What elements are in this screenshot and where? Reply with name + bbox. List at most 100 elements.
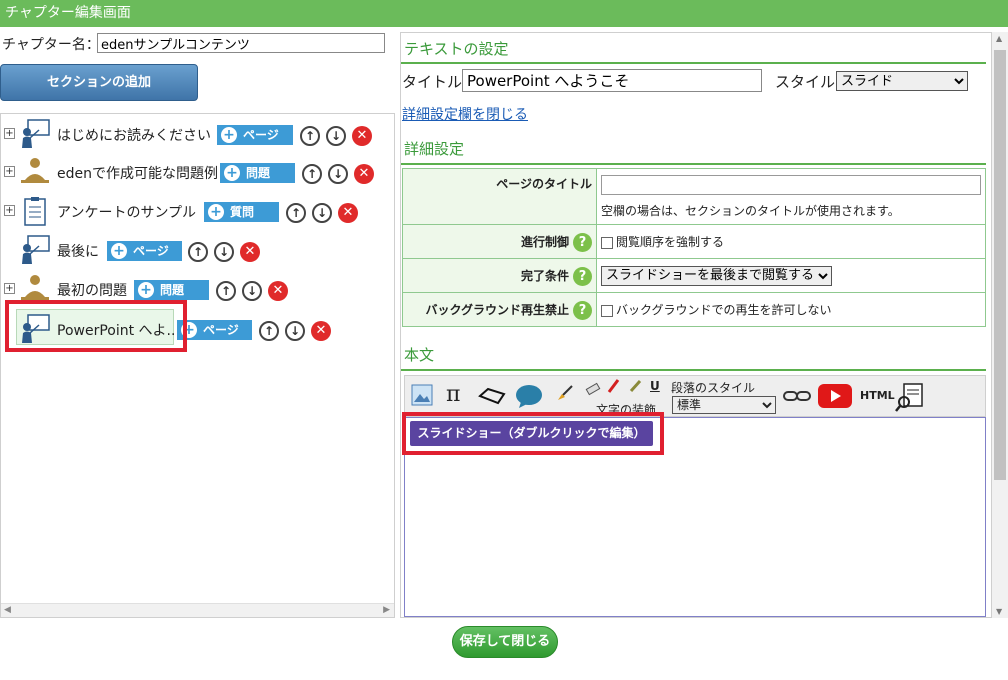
brush-icon[interactable]	[556, 384, 574, 402]
underline-icon[interactable]: U	[650, 379, 660, 393]
scroll-thumb[interactable]	[994, 50, 1006, 480]
expand-toggle[interactable]: +	[4, 166, 15, 177]
lecture-icon	[22, 235, 50, 264]
student-icon	[21, 158, 49, 183]
node-label[interactable]: edenで作成可能な問題例	[57, 163, 218, 183]
plus-icon: +	[208, 204, 224, 220]
delete-button[interactable]: ✕	[268, 281, 288, 301]
delete-button[interactable]: ✕	[354, 164, 374, 184]
help-icon[interactable]: ?	[573, 301, 592, 320]
divider	[401, 369, 986, 371]
add-question-button[interactable]: + 問題	[220, 163, 295, 183]
divider	[401, 62, 986, 64]
expand-toggle[interactable]: +	[4, 205, 15, 216]
node-label[interactable]: アンケートのサンプル	[57, 202, 196, 222]
scroll-right-icon[interactable]: ▶	[383, 605, 390, 615]
delete-button[interactable]: ✕	[240, 242, 260, 262]
expand-toggle[interactable]: +	[4, 283, 15, 294]
add-question-button[interactable]: + 問題	[134, 280, 209, 300]
move-up-button[interactable]: ↑	[300, 126, 320, 146]
node-label[interactable]: 最初の問題	[57, 280, 127, 300]
selected-node-callout	[5, 300, 187, 352]
chapter-name-label: チャプター名：	[2, 37, 100, 53]
plus-icon: +	[221, 127, 237, 143]
add-section-button[interactable]: セクションの追加	[0, 64, 198, 101]
scroll-up-icon[interactable]: ▲	[996, 34, 1002, 43]
tree-node[interactable]: + はじめにお読みください + ページ ↑ ↓ ✕	[1, 118, 391, 150]
progress-cell: 閲覧順序を強制する	[596, 224, 986, 259]
add-page-button[interactable]: + ページ	[217, 125, 293, 145]
completion-select[interactable]: スライドショーを最後まで閲覧する	[601, 265, 832, 286]
badge-label: 問題	[160, 283, 185, 297]
html-icon[interactable]: HTML	[860, 389, 895, 402]
clipboard-icon	[24, 197, 46, 226]
plus-icon: +	[111, 243, 127, 259]
save-and-close-button[interactable]: 保存して閉じる	[452, 626, 558, 658]
move-up-button[interactable]: ↑	[188, 242, 208, 262]
style-select[interactable]: スライド	[836, 71, 968, 91]
node-label[interactable]: はじめにお読みください	[57, 125, 211, 145]
tree-node[interactable]: + edenで作成可能な問題例 + 問題 ↑ ↓ ✕	[1, 156, 391, 188]
move-down-button[interactable]: ↓	[326, 126, 346, 146]
move-up-button[interactable]: ↑	[216, 281, 236, 301]
scroll-down-icon[interactable]: ▼	[996, 607, 1002, 616]
delete-button[interactable]: ✕	[338, 203, 358, 223]
slideshow-object[interactable]: スライドショー（ダブルクリックで編集）	[410, 421, 653, 446]
progress-label-cell: 進行制御?	[402, 224, 597, 259]
page-title-cell: 空欄の場合は、セクションのタイトルが使用されます。	[596, 168, 986, 225]
pen-icon[interactable]	[605, 378, 621, 396]
paragraph-select[interactable]: 標準	[672, 396, 776, 414]
move-down-button[interactable]: ↓	[214, 242, 234, 262]
highlighter-icon[interactable]	[627, 379, 643, 395]
progress-label: 進行制御	[520, 235, 569, 249]
link-icon[interactable]	[783, 389, 811, 403]
badge-label: 質問	[230, 205, 255, 219]
add-page-button[interactable]: + ページ	[177, 320, 252, 340]
page-title-note: 空欄の場合は、セクションのタイトルが使用されます。	[601, 203, 900, 218]
youtube-icon[interactable]	[818, 384, 852, 408]
badge-label: ページ	[243, 128, 279, 142]
body-heading: 本文	[404, 346, 435, 364]
image-icon[interactable]	[411, 384, 433, 406]
divider	[401, 163, 986, 165]
force-order-checkbox[interactable]	[601, 236, 613, 249]
badge-label: ページ	[133, 244, 169, 258]
expand-toggle[interactable]: +	[4, 128, 15, 139]
move-up-button[interactable]: ↑	[259, 321, 279, 341]
delete-button[interactable]: ✕	[311, 321, 331, 341]
node-label[interactable]: 最後に	[57, 241, 99, 261]
tree-node[interactable]: 最後に + ページ ↑ ↓ ✕	[1, 234, 391, 266]
help-icon[interactable]: ?	[573, 233, 592, 252]
tree-node[interactable]: + アンケートのサンプル + 質問 ↑ ↓ ✕	[1, 195, 391, 227]
toggle-detail-link[interactable]: 詳細設定欄を閉じる	[402, 104, 528, 124]
move-down-button[interactable]: ↓	[285, 321, 305, 341]
add-question-button[interactable]: + 質問	[204, 202, 279, 222]
bg-play-checkbox[interactable]	[601, 304, 613, 317]
move-down-button[interactable]: ↓	[312, 203, 332, 223]
vertical-scrollbar[interactable]: ▲ ▼	[992, 32, 1008, 618]
lecture-icon	[22, 119, 50, 148]
page-title-input[interactable]	[601, 174, 981, 195]
title-input[interactable]	[462, 69, 762, 92]
scroll-left-icon[interactable]: ◀	[4, 605, 11, 615]
bg-label: バックグラウンド再生禁止	[425, 303, 569, 317]
help-icon[interactable]: ?	[573, 267, 592, 286]
move-up-button[interactable]: ↑	[286, 203, 306, 223]
shape-icon[interactable]	[478, 386, 506, 406]
detail-table: ページのタイトル 空欄の場合は、セクションのタイトルが使用されます。 進行制御?…	[402, 168, 986, 327]
badge-label: ページ	[203, 323, 239, 337]
move-up-button[interactable]: ↑	[302, 164, 322, 184]
add-page-button[interactable]: + ページ	[107, 241, 182, 261]
speech-bubble-icon[interactable]	[515, 384, 543, 408]
paragraph-label: 段落のスタイル	[671, 381, 756, 395]
delete-button[interactable]: ✕	[352, 126, 372, 146]
horizontal-scrollbar[interactable]: ◀ ▶	[1, 603, 394, 617]
eraser-icon[interactable]	[585, 380, 601, 396]
detail-heading: 詳細設定	[404, 140, 465, 158]
bg-label-cell: バックグラウンド再生禁止?	[402, 292, 597, 327]
pi-icon[interactable]: π	[446, 382, 460, 407]
preview-icon[interactable]	[895, 382, 925, 412]
move-down-button[interactable]: ↓	[328, 164, 348, 184]
move-down-button[interactable]: ↓	[242, 281, 262, 301]
chapter-name-input[interactable]	[97, 33, 385, 53]
